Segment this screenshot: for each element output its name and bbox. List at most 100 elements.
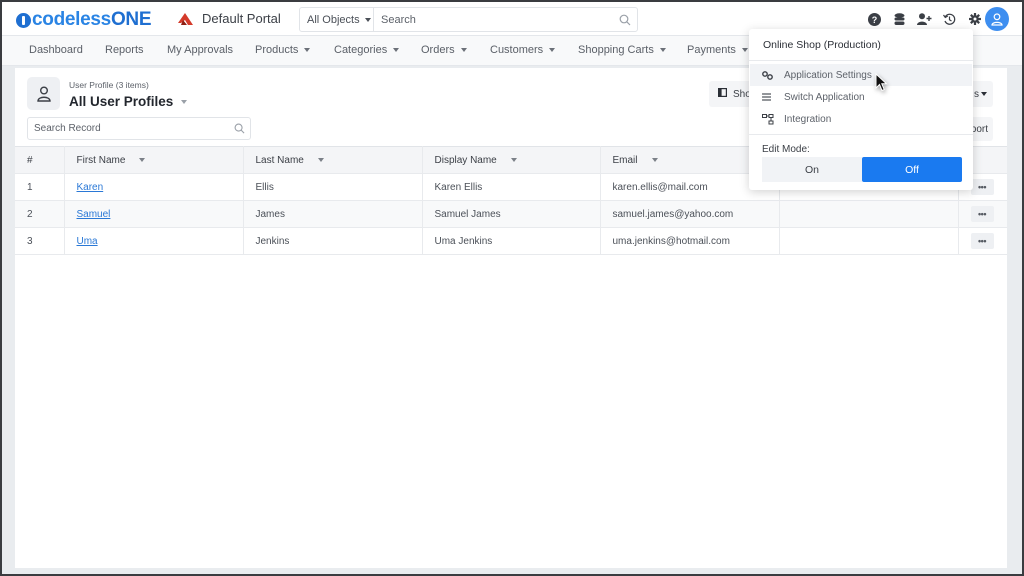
menu-item-label: Integration [784,113,832,125]
logo-mark-icon [16,12,31,28]
brand-suffix: ONE [110,9,152,30]
cell-email: uma.jenkins@hotmail.com [600,227,780,255]
app-settings-dropdown: Online Shop (Production) Application Set… [749,29,973,190]
view-selector[interactable]: All User Profiles [69,94,188,109]
nav-label: Categories [334,44,388,56]
nav-products[interactable]: Products [255,44,311,56]
svg-text:?: ? [872,15,878,25]
menu-item-switch-application[interactable]: Switch Application [750,86,972,108]
cell-last-name: Jenkins [243,227,423,255]
views-button-label: s [974,88,979,100]
record-search-input[interactable] [28,123,228,134]
portal-name: Default Portal [202,11,281,26]
search-icon[interactable] [613,8,637,31]
nav-shopping-carts[interactable]: Shopping Carts [578,44,666,56]
row-more-button[interactable]: ••• [970,179,994,195]
menu-item-integration[interactable]: Integration [750,108,972,130]
nav-reports[interactable]: Reports [105,44,144,56]
chevron-down-icon [549,48,556,52]
cell-first-name: Uma [64,227,244,255]
integration-icon [762,113,784,125]
cell-actions: ••• [958,227,1007,255]
cell-display-name: Karen Ellis [422,173,601,201]
nav-customers[interactable]: Customers [490,44,556,56]
nav-dashboard[interactable]: Dashboard [29,44,83,56]
brand-prefix: codeless [32,9,111,30]
dropdown-divider [749,134,973,135]
nav-label: Orders [421,44,455,56]
add-user-icon[interactable] [912,10,937,28]
row-more-button[interactable]: ••• [970,233,994,249]
column-label: First Name [76,154,126,166]
column-header-number[interactable]: # [15,146,65,174]
chevron-down-icon [364,17,371,22]
nav-categories[interactable]: Categories [334,44,400,56]
mouse-pointer-icon [875,72,889,98]
record-link[interactable]: Uma [77,236,98,247]
help-icon[interactable]: ? [862,10,887,28]
edit-mode-on-button[interactable]: On [762,157,862,182]
edit-mode-off-button[interactable]: Off [862,157,962,182]
object-type-label: All Objects [307,13,360,26]
cell-last-name: James [243,200,423,228]
chevron-down-icon [659,48,666,52]
cell-first-name: Samuel [64,200,244,228]
cell-number: 2 [15,200,65,228]
column-label: Email [612,154,638,166]
nav-label: My Approvals [167,44,234,56]
sort-icon[interactable] [510,157,517,162]
dropdown-app-name: Online Shop (Production) [749,29,973,61]
cell-number: 3 [15,227,65,255]
app-window: codelessONE Default Portal All Objects ? [2,2,1022,574]
sort-icon[interactable] [317,157,324,162]
sort-icon[interactable] [139,157,146,162]
chevron-down-icon [460,48,467,52]
history-icon[interactable] [937,10,962,28]
user-avatar-icon[interactable] [985,7,1009,31]
nav-my-approvals[interactable]: My Approvals [167,44,233,56]
cell-number: 1 [15,173,65,201]
column-header-last-name[interactable]: Last Name [243,146,423,174]
sort-icon[interactable] [651,157,658,162]
chevron-down-icon [393,48,400,52]
column-header-first-name[interactable]: First Name [64,146,244,174]
view-title: All User Profiles [69,94,174,109]
header-actions: ? [862,10,987,28]
record-search [27,117,251,140]
chevron-down-icon [981,92,987,96]
nav-payments[interactable]: Payments [687,44,748,56]
row-more-button[interactable]: ••• [970,206,994,222]
nav-label: Products [255,44,299,56]
nav-label: Shopping Carts [578,44,654,56]
list-icon [762,93,784,101]
column-header-display-name[interactable]: Display Name [422,146,601,174]
record-link[interactable]: Karen [77,182,104,193]
panel-icon [718,88,728,100]
nav-orders[interactable]: Orders [421,44,467,56]
menu-item-application-settings[interactable]: Application Settings [750,64,972,86]
cell-extra [779,200,959,228]
export-button-label: port [970,123,988,135]
cell-first-name: Karen [64,173,244,201]
column-label: # [27,154,33,166]
settings-icon[interactable] [962,10,987,28]
nav-label: Payments [687,44,736,56]
portal-icon [178,12,193,25]
database-icon[interactable] [887,10,912,28]
object-count-label: User Profile (3 items) [69,80,149,90]
table-row: 3 Uma Jenkins Uma Jenkins uma.jenkins@ho… [15,227,1007,255]
brand-logo[interactable]: codelessONE [16,9,152,31]
menu-item-label: Switch Application [784,91,865,103]
column-label: Last Name [255,154,304,166]
search-icon[interactable] [228,123,250,134]
portal-selector[interactable]: Default Portal [178,11,281,26]
cell-actions: ••• [958,200,1007,228]
global-search: All Objects [299,7,638,32]
edit-mode-toggle: On Off [762,157,962,182]
record-link[interactable]: Samuel [77,209,111,220]
chevron-down-icon [741,48,748,52]
global-search-input[interactable] [374,8,613,31]
chevron-down-icon [181,99,188,104]
object-type-select[interactable]: All Objects [300,8,374,31]
user-profile-icon [27,77,60,110]
